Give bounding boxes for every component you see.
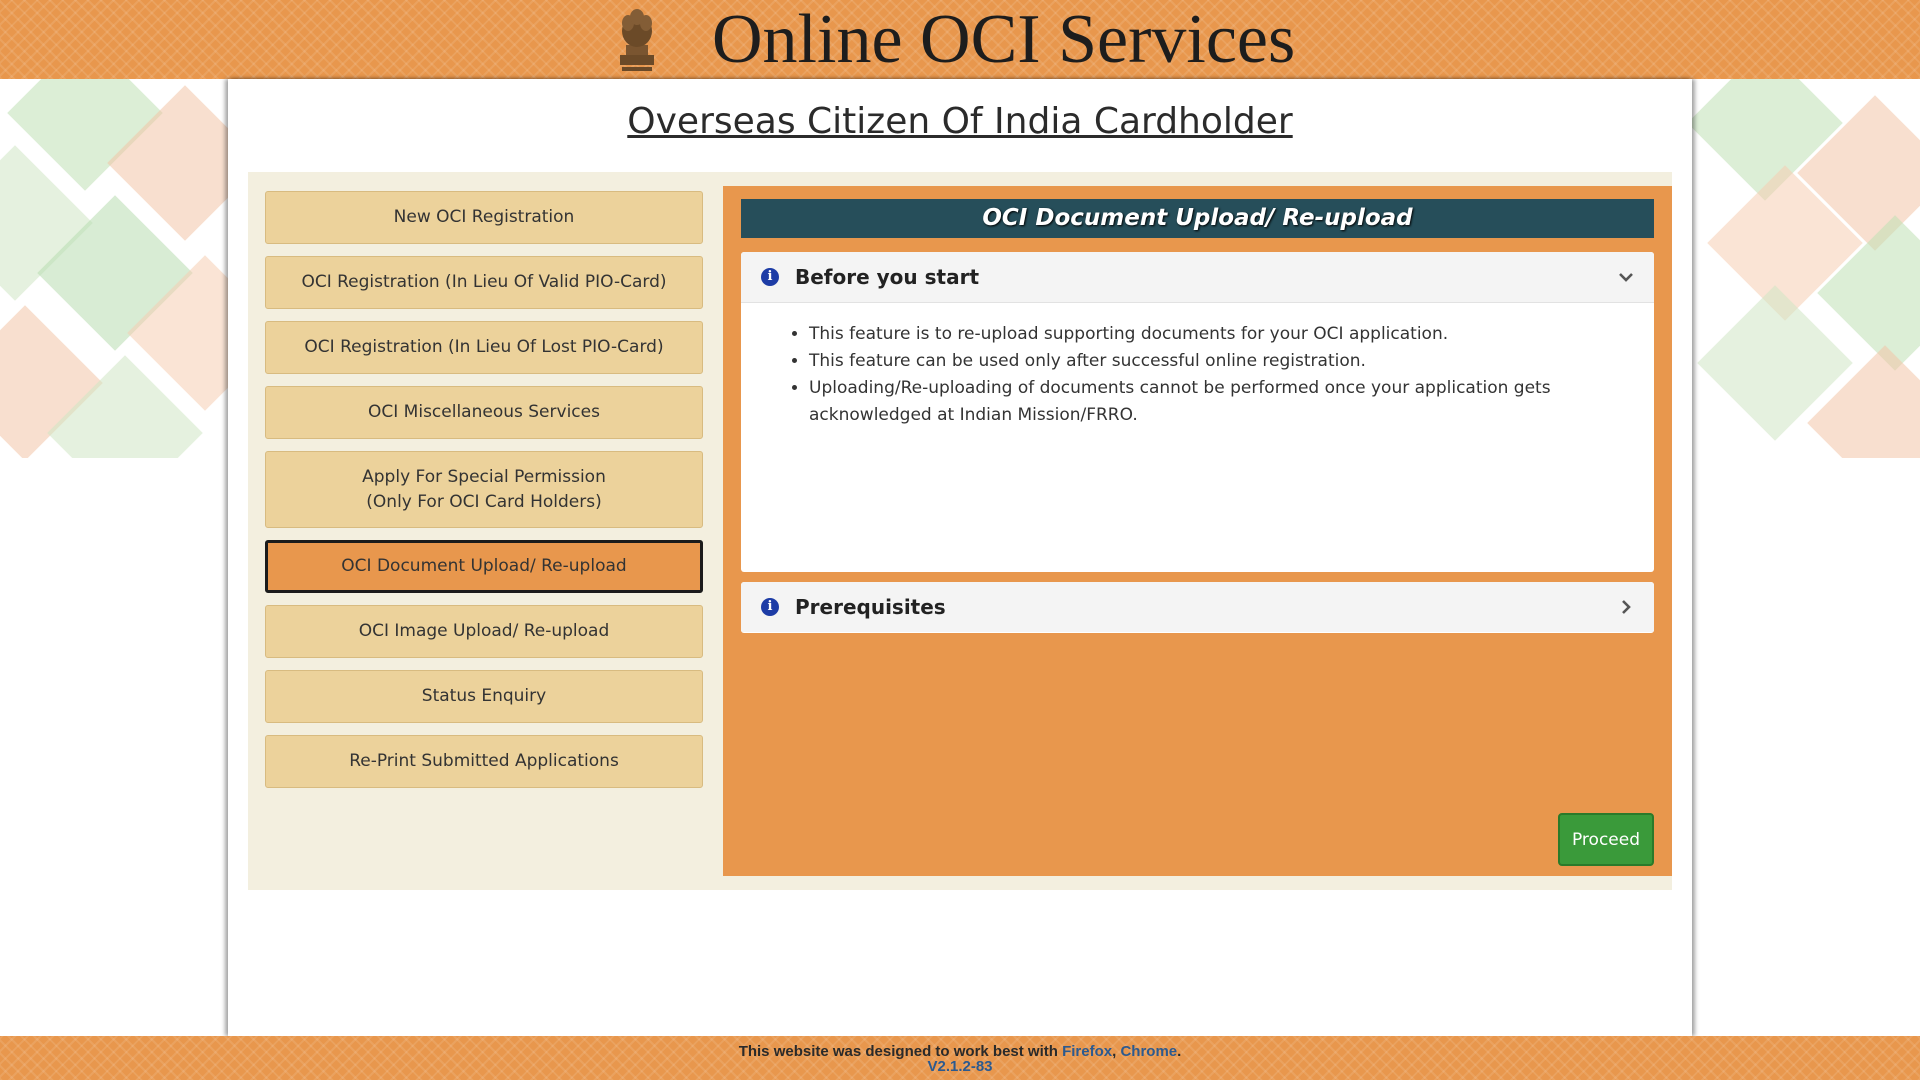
main-page: Overseas Citizen Of India Cardholder New… [228, 79, 1692, 1036]
menu-new-oci-registration[interactable]: New OCI Registration [265, 191, 703, 244]
right-decoration [1690, 78, 1920, 458]
menu-oci-document-upload[interactable]: OCI Document Upload/ Re-upload [265, 540, 703, 593]
content-area: New OCI Registration OCI Registration (I… [248, 172, 1672, 890]
accordion-header-before-you-start[interactable]: i Before you start [741, 252, 1654, 303]
menu-apply-special-permission[interactable]: Apply For Special Permission (Only For O… [265, 451, 703, 528]
list-item: This feature can be used only after succ… [809, 348, 1614, 375]
proceed-button[interactable]: Proceed [1558, 813, 1654, 866]
site-title: Online OCI Services [712, 1, 1296, 78]
menu-oci-image-upload[interactable]: OCI Image Upload/ Re-upload [265, 605, 703, 658]
accordion-before-you-start: i Before you start This feature is to re… [741, 252, 1654, 572]
accordion-label: Before you start [795, 265, 980, 289]
menu-oci-registration-lost-pio[interactable]: OCI Registration (In Lieu Of Lost PIO-Ca… [265, 321, 703, 374]
services-menu: New OCI Registration OCI Registration (I… [265, 191, 703, 800]
instruction-list: This feature is to re-upload supporting … [789, 321, 1614, 429]
site-footer: This website was designed to work best w… [0, 1036, 1920, 1080]
accordion-label: Prerequisites [795, 595, 946, 619]
menu-reprint-submitted-applications[interactable]: Re-Print Submitted Applications [265, 735, 703, 788]
state-emblem-icon [620, 9, 654, 71]
accordion-header-prerequisites[interactable]: i Prerequisites [741, 582, 1654, 632]
info-icon: i [761, 598, 779, 616]
list-item: Uploading/Re-uploading of documents cann… [809, 375, 1614, 429]
menu-status-enquiry[interactable]: Status Enquiry [265, 670, 703, 723]
version-label: V2.1.2-83 [927, 1058, 993, 1075]
left-decoration [0, 78, 230, 458]
accordion-body: This feature is to re-upload supporting … [741, 303, 1654, 429]
menu-oci-registration-valid-pio[interactable]: OCI Registration (In Lieu Of Valid PIO-C… [265, 256, 703, 309]
list-item: This feature is to re-upload supporting … [809, 321, 1614, 348]
panel-title: OCI Document Upload/ Re-upload [741, 199, 1654, 238]
chevron-down-icon[interactable] [1618, 269, 1634, 285]
info-icon: i [761, 268, 779, 286]
page-title: Overseas Citizen Of India Cardholder [627, 101, 1293, 142]
site-header: Online OCI Services [0, 0, 1920, 79]
document-upload-panel: OCI Document Upload/ Re-upload i Before … [723, 186, 1672, 876]
menu-oci-miscellaneous-services[interactable]: OCI Miscellaneous Services [265, 386, 703, 439]
chevron-right-icon[interactable] [1618, 599, 1634, 615]
accordion-prerequisites: i Prerequisites [741, 582, 1654, 633]
